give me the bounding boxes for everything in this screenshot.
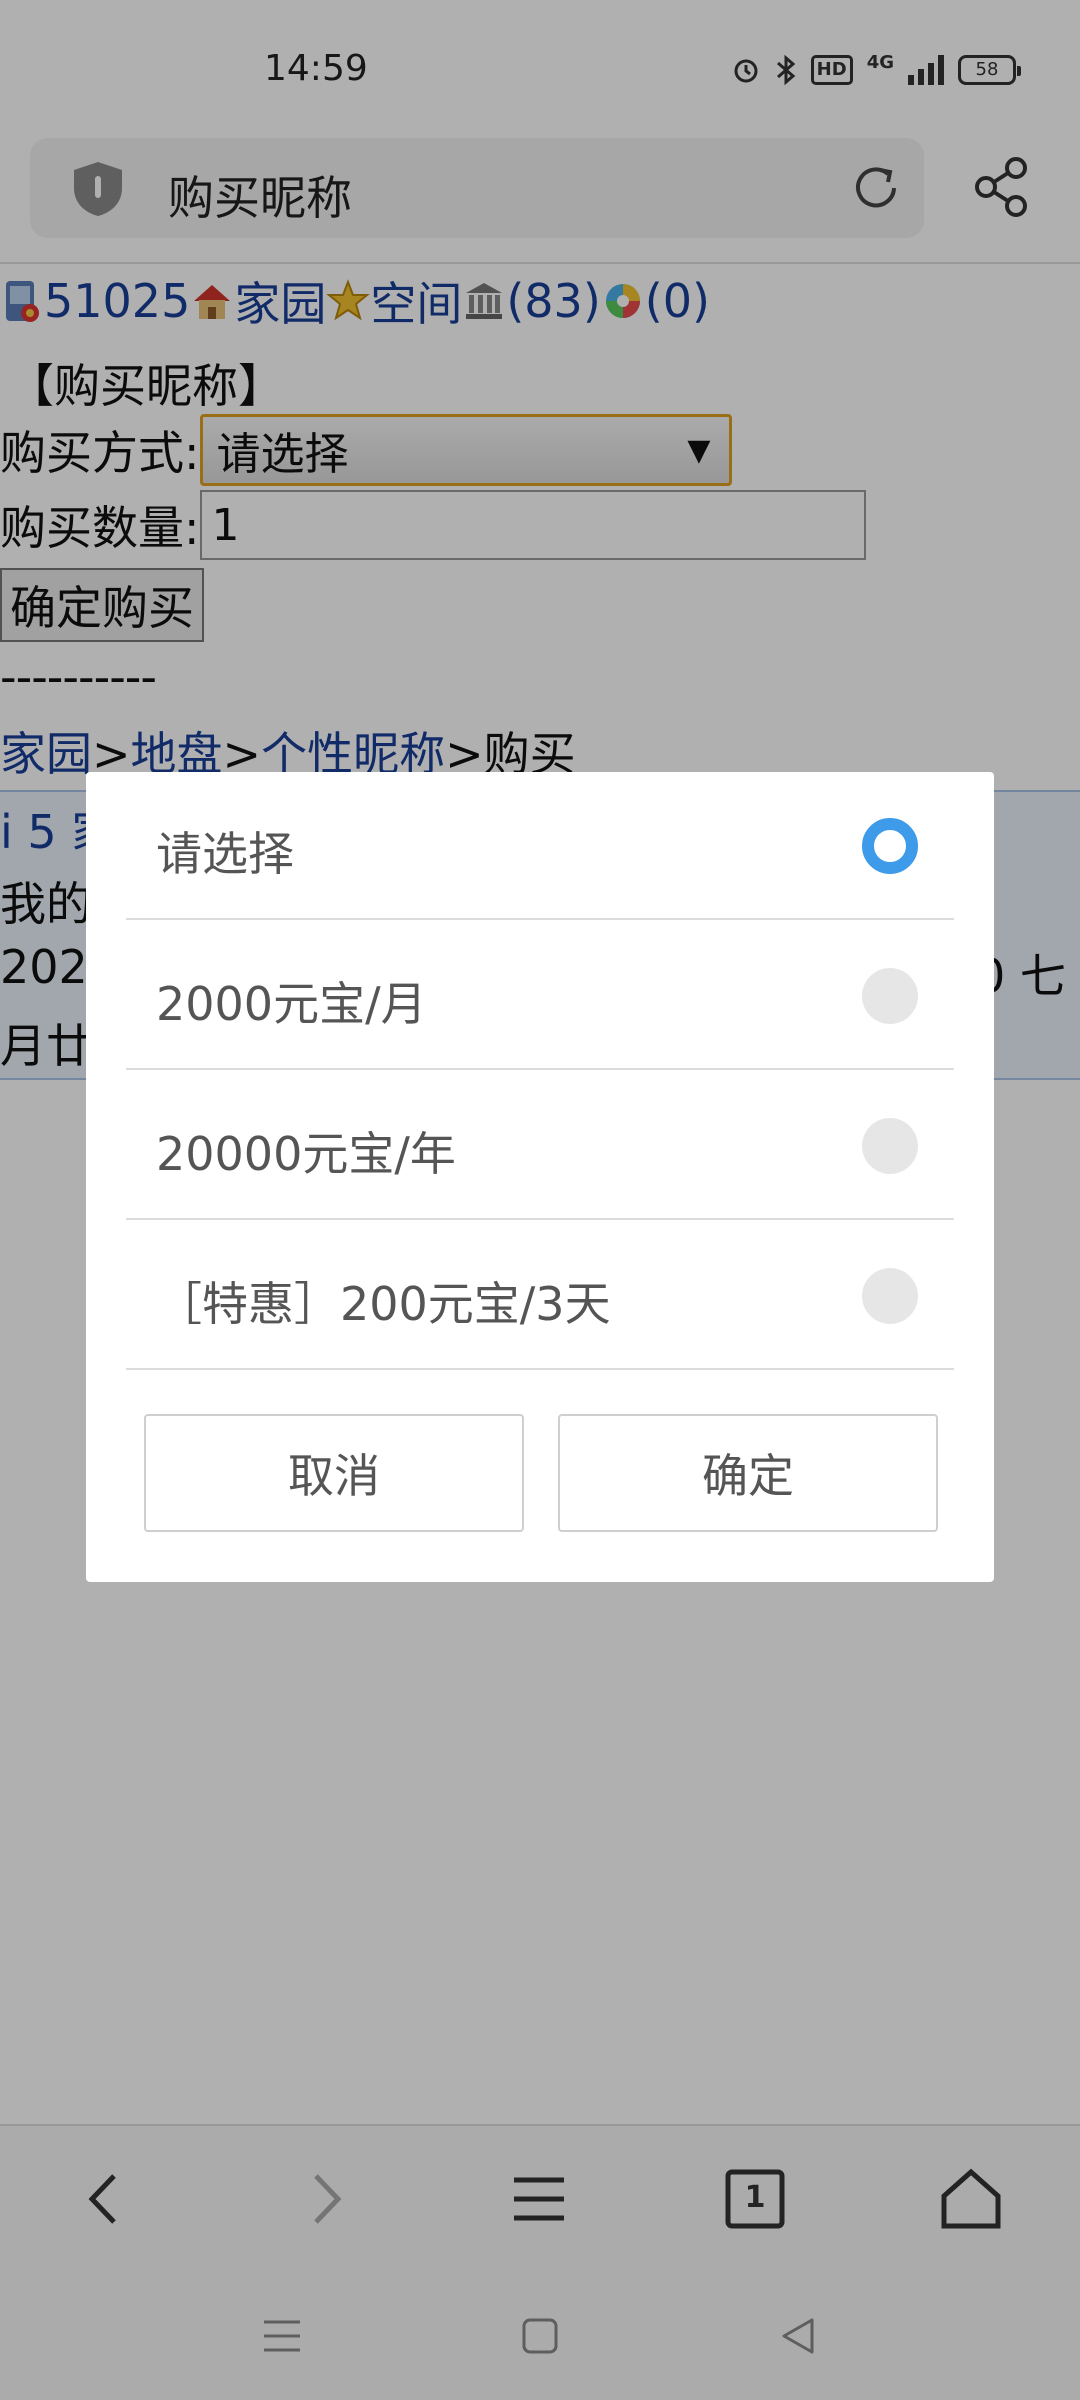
- radio-unchecked[interactable]: [862, 1268, 918, 1324]
- purchase-method-dialog: 请选择 2000元宝/月 20000元宝/年 ［特惠］200元宝/3天 取消 确…: [86, 772, 994, 1582]
- radio-unchecked[interactable]: [862, 1118, 918, 1174]
- option-item[interactable]: 请选择: [126, 772, 954, 920]
- ok-button[interactable]: 确定: [558, 1414, 938, 1532]
- option-label: 2000元宝/月: [156, 977, 427, 1031]
- screen: 14:59 HD 4G 58 购买昵称 51025 家园 空间 (83) (0)…: [0, 0, 1080, 2400]
- option-item[interactable]: ［特惠］200元宝/3天: [126, 1222, 954, 1370]
- radio-checked[interactable]: [862, 818, 918, 874]
- option-label: 请选择: [156, 827, 294, 881]
- option-item[interactable]: 2000元宝/月: [126, 922, 954, 1070]
- option-item[interactable]: 20000元宝/年: [126, 1072, 954, 1220]
- option-label: ［特惠］200元宝/3天: [156, 1277, 611, 1331]
- cancel-button[interactable]: 取消: [144, 1414, 524, 1532]
- option-label: 20000元宝/年: [156, 1127, 456, 1181]
- radio-unchecked[interactable]: [862, 968, 918, 1024]
